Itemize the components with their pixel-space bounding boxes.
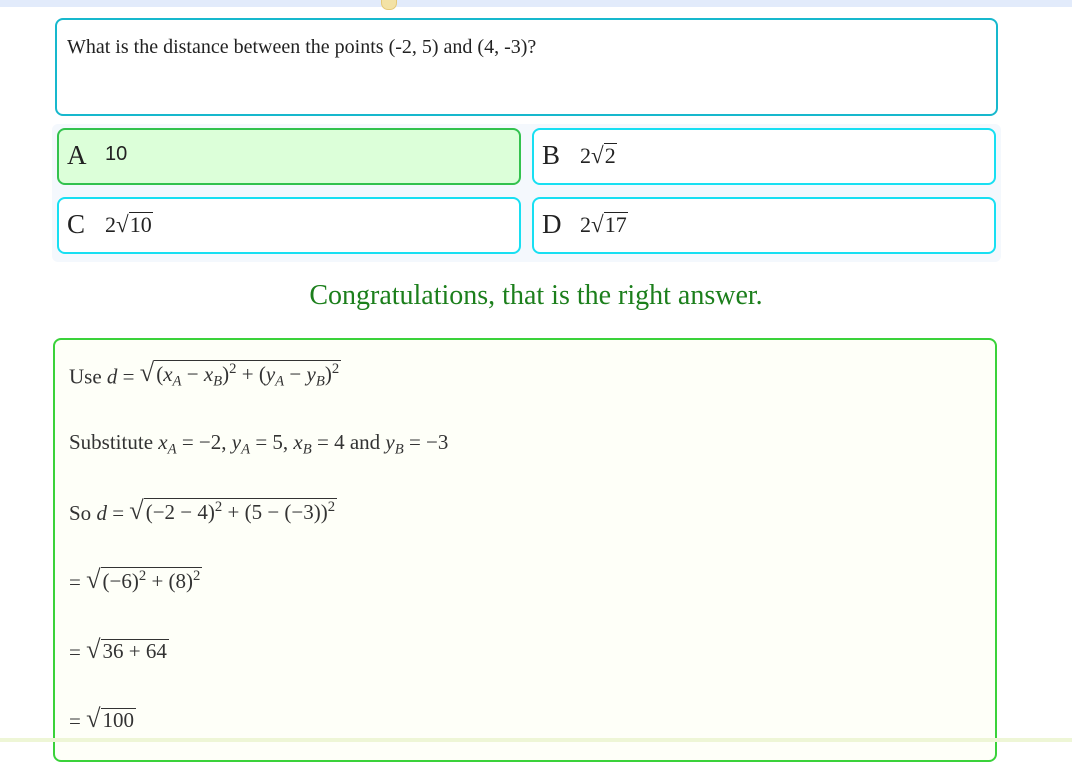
option-b-value: 2√2 [580, 142, 617, 168]
solution-step-4: = √(−6)2 + (8)2 [69, 565, 203, 594]
lightbulb-icon [381, 0, 397, 10]
feedback-message: Congratulations, that is the right answe… [309, 280, 763, 311]
solution-box: Use d = √(xA − xB)2 + (yA − yB)2 Substit… [53, 338, 997, 762]
solution-step-formula: Use d = √(xA − xB)2 + (yA − yB)2 [69, 358, 342, 390]
option-d-value: 2√17 [580, 211, 628, 237]
option-d-letter: D [542, 209, 562, 239]
option-c[interactable]: C 2√10 [57, 197, 521, 254]
solution-step-6: = √100 [69, 704, 137, 733]
option-b-letter: B [542, 140, 561, 170]
option-a-letter: A [67, 140, 87, 170]
question-box: What is the distance between the points … [55, 18, 998, 116]
option-c-letter: C [67, 209, 86, 239]
option-c-value: 2√10 [105, 211, 153, 237]
option-d[interactable]: D 2√17 [532, 197, 996, 254]
solution-step-substitute: Substitute xA = −2, yA = 5, xB = 4 and y… [69, 430, 449, 458]
solution-step-5: = √36 + 64 [69, 635, 169, 664]
bottom-divider [0, 738, 1072, 742]
option-b[interactable]: B 2√2 [532, 128, 996, 185]
option-a[interactable]: A 10 [57, 128, 521, 185]
question-text: What is the distance between the points … [67, 36, 537, 58]
option-a-value: 10 [105, 143, 128, 165]
solution-step-so: So d = √(−2 − 4)2 + (5 − (−3))2 [69, 496, 338, 525]
browser-top-bar [0, 0, 1072, 10]
